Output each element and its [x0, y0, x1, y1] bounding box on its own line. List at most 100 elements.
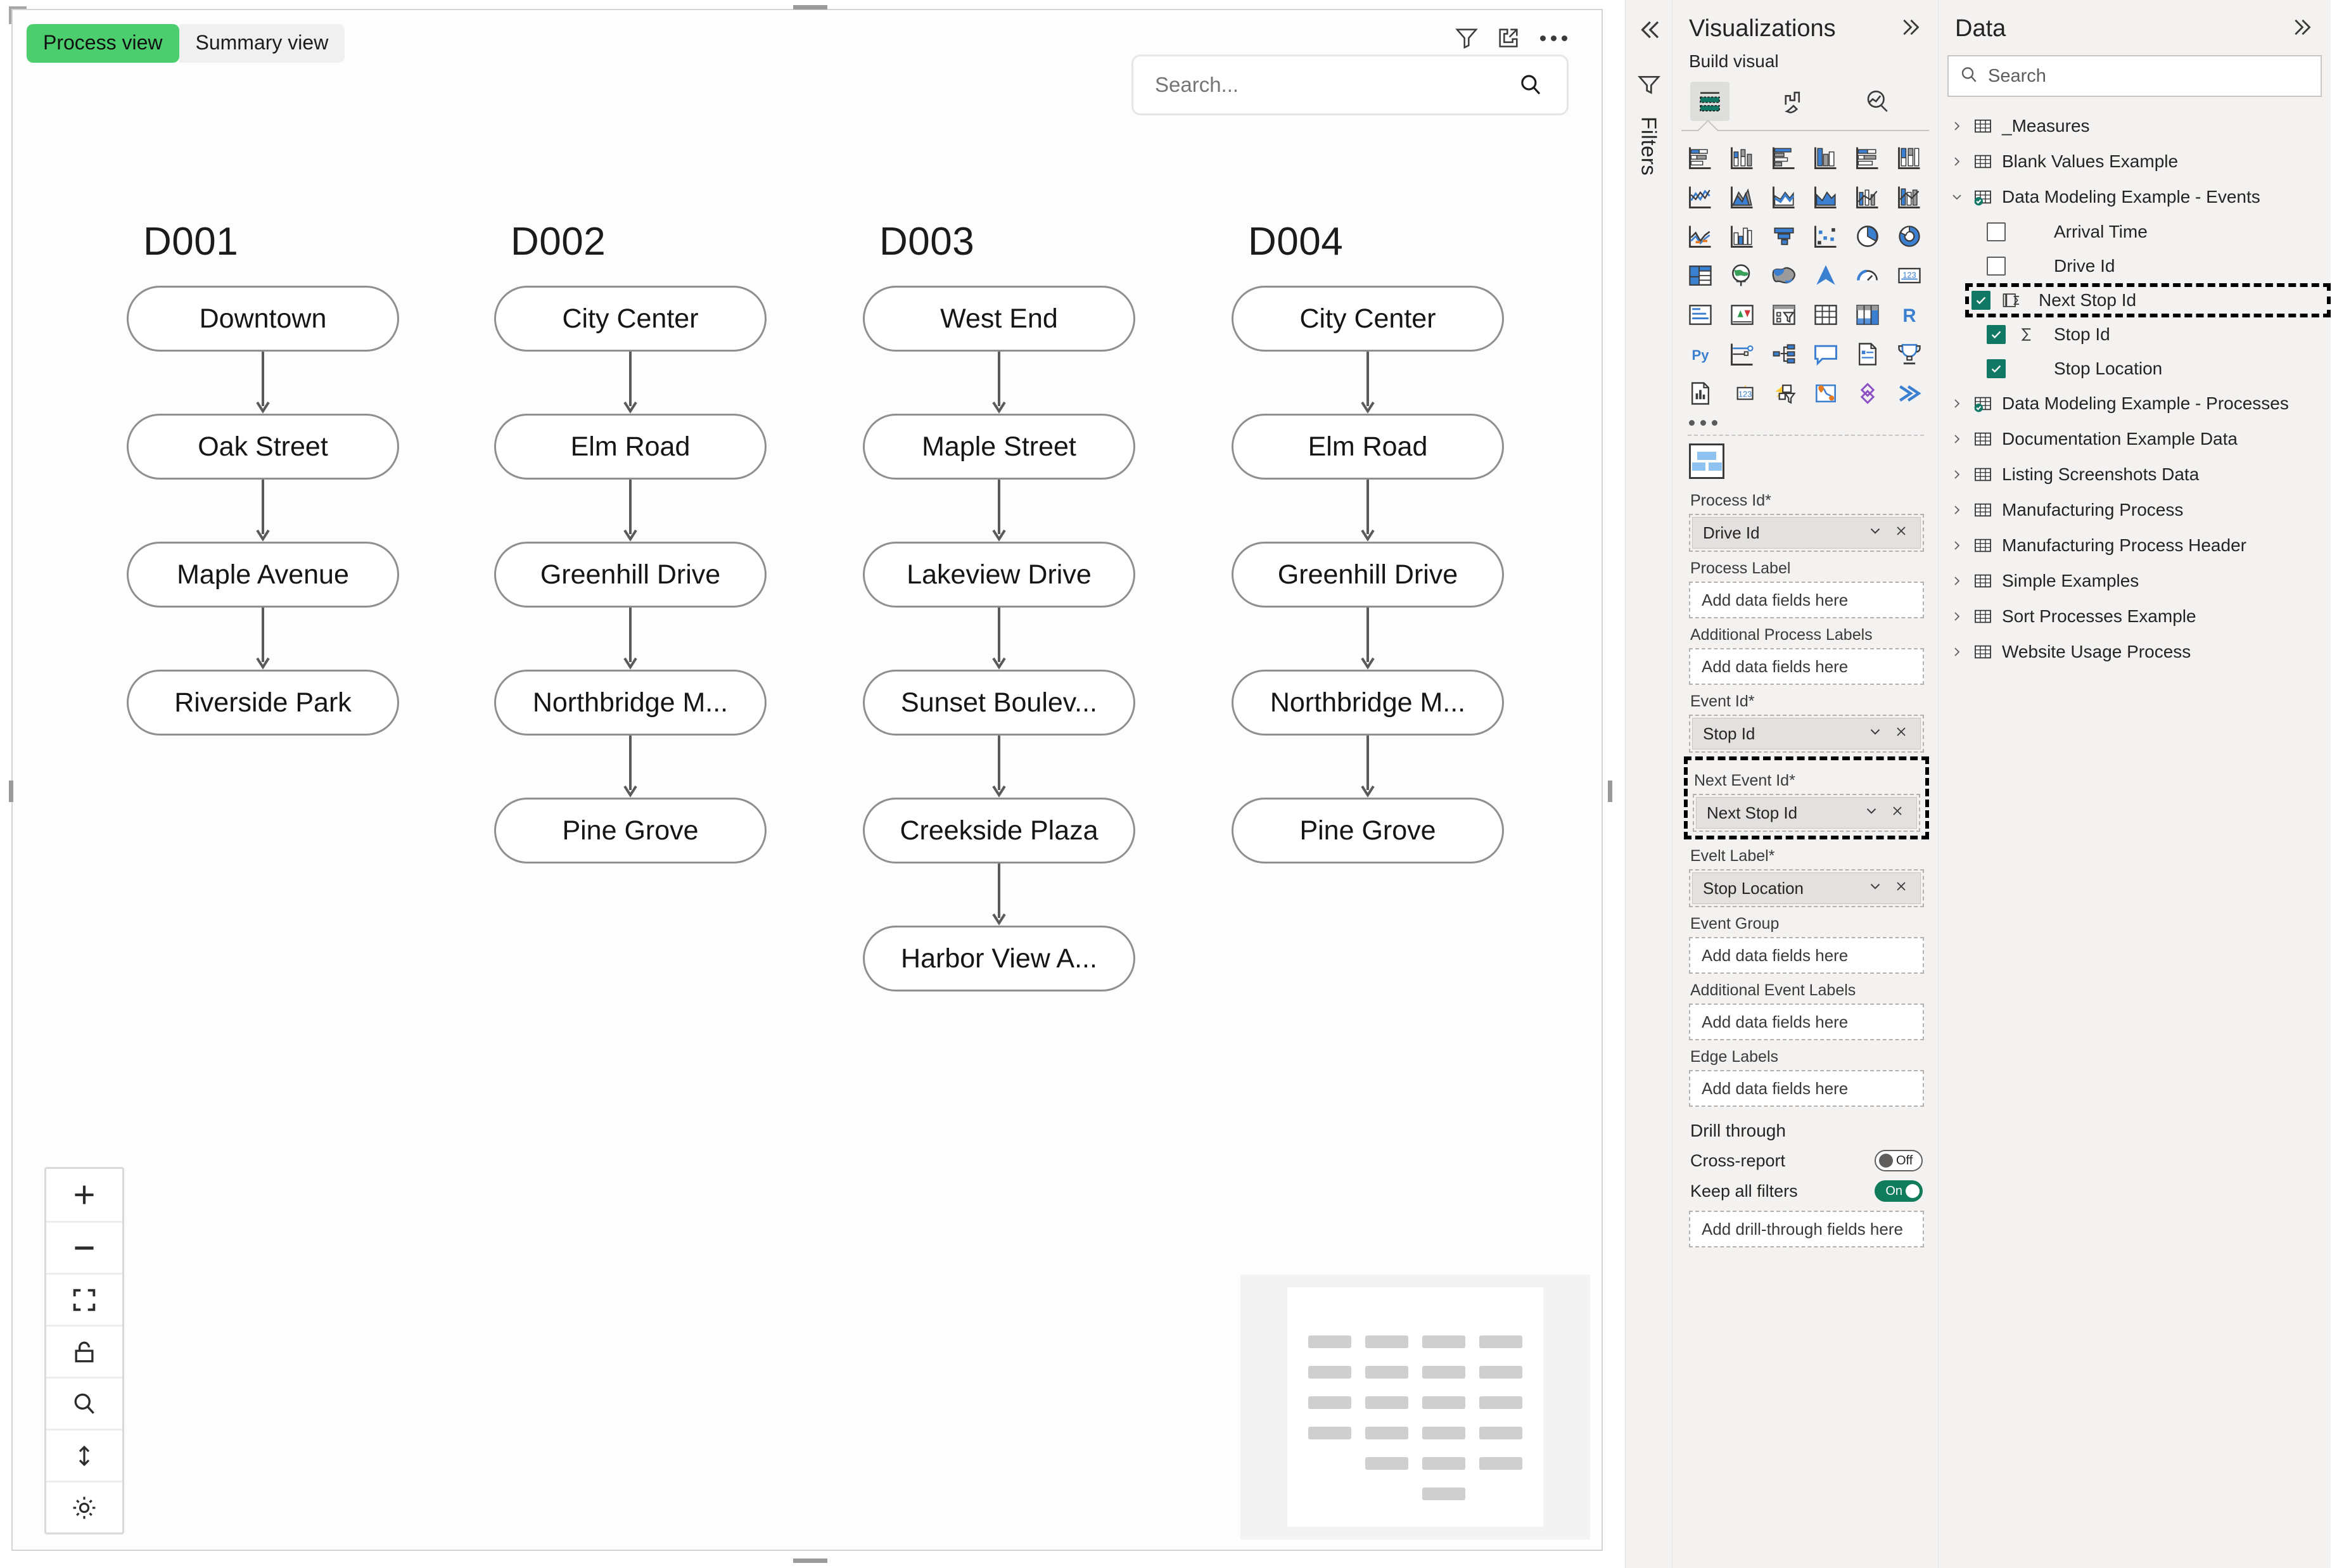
100-stacked-bar-chart-icon[interactable] — [1851, 141, 1884, 174]
power-bi-flow-icon[interactable] — [1893, 377, 1926, 410]
field-well-dropzone[interactable]: Stop Id — [1689, 715, 1924, 753]
filled-map-icon[interactable] — [1768, 259, 1800, 292]
process-node[interactable]: West End — [863, 286, 1135, 352]
r-script-visual-icon[interactable]: R — [1893, 298, 1926, 331]
process-node[interactable]: Greenhill Drive — [1232, 542, 1504, 608]
search-zoom-icon[interactable] — [46, 1377, 122, 1429]
azure-map-icon[interactable] — [1809, 259, 1842, 292]
drill-through-dropzone[interactable]: Add drill-through fields here — [1689, 1211, 1924, 1247]
search-input[interactable]: Search... — [1131, 54, 1569, 115]
data-field-4[interactable]: Arrival Time — [1949, 215, 2331, 249]
chevron-double-right-icon[interactable] — [2291, 15, 2315, 42]
process-node[interactable]: Creekside Plaza — [863, 798, 1135, 864]
data-table-3[interactable]: Data Modeling Example - Events — [1949, 179, 2331, 215]
process-node[interactable]: Elm Road — [1232, 414, 1504, 480]
chevron-right-icon[interactable] — [1949, 154, 1965, 169]
card-icon[interactable]: 123 — [1893, 259, 1926, 292]
data-field-8[interactable]: Stop Location — [1949, 352, 2331, 386]
field-well-dropzone[interactable]: Add data fields here — [1689, 1070, 1924, 1107]
more-options-icon[interactable] — [1536, 35, 1571, 41]
analytics-tab[interactable] — [1857, 82, 1897, 121]
remove-field-icon[interactable] — [1890, 724, 1913, 744]
data-table-15[interactable]: Sort Processes Example — [1949, 599, 2331, 634]
data-table-14[interactable]: Simple Examples — [1949, 563, 2331, 599]
kpi-icon[interactable] — [1726, 298, 1759, 331]
zoom-in-button[interactable] — [46, 1169, 122, 1221]
process-node[interactable]: Greenhill Drive — [494, 542, 767, 608]
focus-mode-icon[interactable] — [1494, 24, 1522, 52]
stacked-area-chart-icon[interactable] — [1768, 181, 1800, 214]
ribbon-chart-icon[interactable] — [1893, 181, 1926, 214]
remove-field-icon[interactable] — [1890, 879, 1913, 898]
scorecard-icon[interactable] — [1893, 338, 1926, 371]
chevron-right-icon[interactable] — [1949, 609, 1965, 624]
narrative-icon[interactable] — [1851, 338, 1884, 371]
resize-handle-top[interactable] — [793, 5, 827, 10]
process-node[interactable]: City Center — [1232, 286, 1504, 352]
data-field-7[interactable]: Stop Id — [1949, 317, 2331, 352]
resize-handle-bottom[interactable] — [793, 1558, 827, 1563]
process-node[interactable]: Downtown — [127, 286, 399, 352]
chevron-down-icon[interactable] — [1861, 723, 1890, 744]
table-icon[interactable] — [1809, 298, 1842, 331]
remove-field-icon[interactable] — [1886, 803, 1909, 823]
cross-report-toggle[interactable]: Off — [1875, 1150, 1923, 1171]
data-table-9[interactable]: Data Modeling Example - Processes — [1949, 386, 2331, 421]
line-chart-icon[interactable] — [1684, 181, 1717, 214]
resize-handle-left[interactable] — [9, 781, 13, 802]
data-table-10[interactable]: Documentation Example Data — [1949, 421, 2331, 457]
funnel-chart-alt-icon[interactable] — [1726, 220, 1759, 253]
100-stacked-column-chart-icon[interactable] — [1893, 141, 1926, 174]
stacked-bar-chart-icon[interactable] — [1684, 141, 1717, 174]
process-node[interactable]: Maple Avenue — [127, 542, 399, 608]
tab-process-view[interactable]: Process view — [27, 24, 179, 63]
chevron-right-icon[interactable] — [1949, 573, 1965, 589]
field-well-dropzone[interactable]: Stop Location — [1689, 869, 1924, 907]
resize-handle-right[interactable] — [1608, 781, 1612, 802]
slicer-icon[interactable] — [1768, 298, 1800, 331]
process-node[interactable]: City Center — [494, 286, 767, 352]
chevron-down-icon[interactable] — [1861, 878, 1890, 899]
funnel-icon[interactable] — [1636, 72, 1662, 100]
keep-all-filters-toggle[interactable]: On — [1875, 1180, 1923, 1202]
fit-to-screen-icon[interactable] — [46, 1273, 122, 1325]
process-node[interactable]: Maple Street — [863, 414, 1135, 480]
format-tab[interactable] — [1774, 82, 1813, 121]
line-clustered-column-chart-icon[interactable] — [1851, 181, 1884, 214]
gallery-more-icon[interactable] — [1684, 416, 1929, 431]
field-chip[interactable]: Stop Id — [1692, 718, 1921, 749]
matrix-icon[interactable] — [1851, 298, 1884, 331]
data-table-16[interactable]: Website Usage Process — [1949, 634, 2331, 670]
data-table-11[interactable]: Listing Screenshots Data — [1949, 457, 2331, 492]
process-node[interactable]: Riverside Park — [127, 670, 399, 736]
process-node[interactable]: Northbridge M... — [1232, 670, 1504, 736]
process-node[interactable]: Northbridge M... — [494, 670, 767, 736]
tab-summary-view[interactable]: Summary view — [179, 24, 345, 63]
power-apps-icon[interactable]: ⚡123 — [1726, 377, 1759, 410]
field-chip[interactable]: Next Stop Id — [1696, 797, 1917, 829]
treemap-icon[interactable] — [1684, 259, 1717, 292]
fields-tab[interactable] — [1690, 82, 1729, 121]
lock-icon[interactable] — [46, 1325, 122, 1377]
chevron-right-icon[interactable] — [1949, 118, 1965, 134]
process-mining-custom-visual-icon[interactable] — [1689, 443, 1724, 479]
field-checkbox[interactable] — [1987, 257, 2006, 276]
field-checkbox[interactable] — [1987, 222, 2006, 241]
filters-pane-collapsed[interactable]: Filters — [1625, 0, 1672, 1568]
pie-chart-icon[interactable] — [1851, 220, 1884, 253]
process-node[interactable]: Elm Road — [494, 414, 767, 480]
chevron-right-icon[interactable] — [1949, 644, 1965, 660]
python-visual-icon[interactable]: Py — [1684, 338, 1717, 371]
field-chip[interactable]: Stop Location — [1692, 872, 1921, 904]
chevron-down-icon[interactable] — [1949, 189, 1965, 205]
gauge-chart-icon[interactable] — [1851, 259, 1884, 292]
process-node[interactable]: Harbor View A... — [863, 926, 1135, 991]
area-chart-icon[interactable] — [1726, 181, 1759, 214]
field-well-dropzone[interactable]: Drive Id — [1689, 514, 1924, 552]
chevron-down-icon[interactable] — [1857, 803, 1886, 824]
line-stacked-column-chart-icon[interactable] — [1809, 181, 1842, 214]
chevron-right-icon[interactable] — [1949, 396, 1965, 411]
chevron-right-icon[interactable] — [1949, 467, 1965, 482]
field-well-dropzone[interactable]: Add data fields here — [1689, 582, 1924, 618]
field-well-dropzone[interactable]: Add data fields here — [1689, 1004, 1924, 1040]
